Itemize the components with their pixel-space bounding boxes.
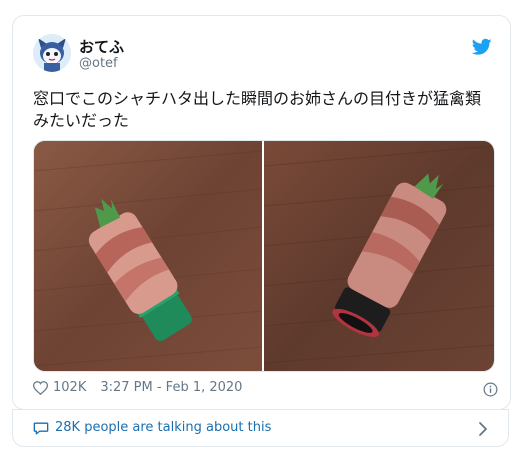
heart-icon[interactable] xyxy=(33,380,48,395)
avatar[interactable] xyxy=(33,34,71,72)
photo-right[interactable] xyxy=(264,141,494,371)
tweet-meta: 102K 3:27 PM - Feb 1, 2020 xyxy=(33,380,242,395)
tweet-text: 窓口でこのシャチハタ出した瞬間のお姉さんの目付きが猛禽類みたいだった xyxy=(33,89,482,130)
user-handle[interactable]: @otef xyxy=(79,56,118,71)
avatar-character-image xyxy=(33,34,71,72)
conversation-link[interactable]: 28K people are talking about this xyxy=(12,409,509,447)
like-count[interactable]: 102K xyxy=(53,380,86,395)
twitter-bird-icon[interactable] xyxy=(472,38,492,56)
timestamp[interactable]: 3:27 PM - Feb 1, 2020 xyxy=(100,380,242,395)
stamp-photo-image-1 xyxy=(34,141,262,371)
photo-grid[interactable] xyxy=(33,140,495,372)
photo-left[interactable] xyxy=(34,141,262,371)
conversation-label[interactable]: 28K people are talking about this xyxy=(55,420,271,435)
chevron-right-icon xyxy=(479,422,487,436)
speech-bubble-icon xyxy=(33,422,49,435)
display-name[interactable]: おてふ xyxy=(79,36,124,57)
stamp-photo-image-2 xyxy=(264,141,494,371)
tweet-card: おてふ @otef 窓口でこのシャチハタ出した瞬間のお姉さんの目付きが猛禽類みた… xyxy=(12,15,511,410)
info-icon[interactable] xyxy=(483,382,498,397)
